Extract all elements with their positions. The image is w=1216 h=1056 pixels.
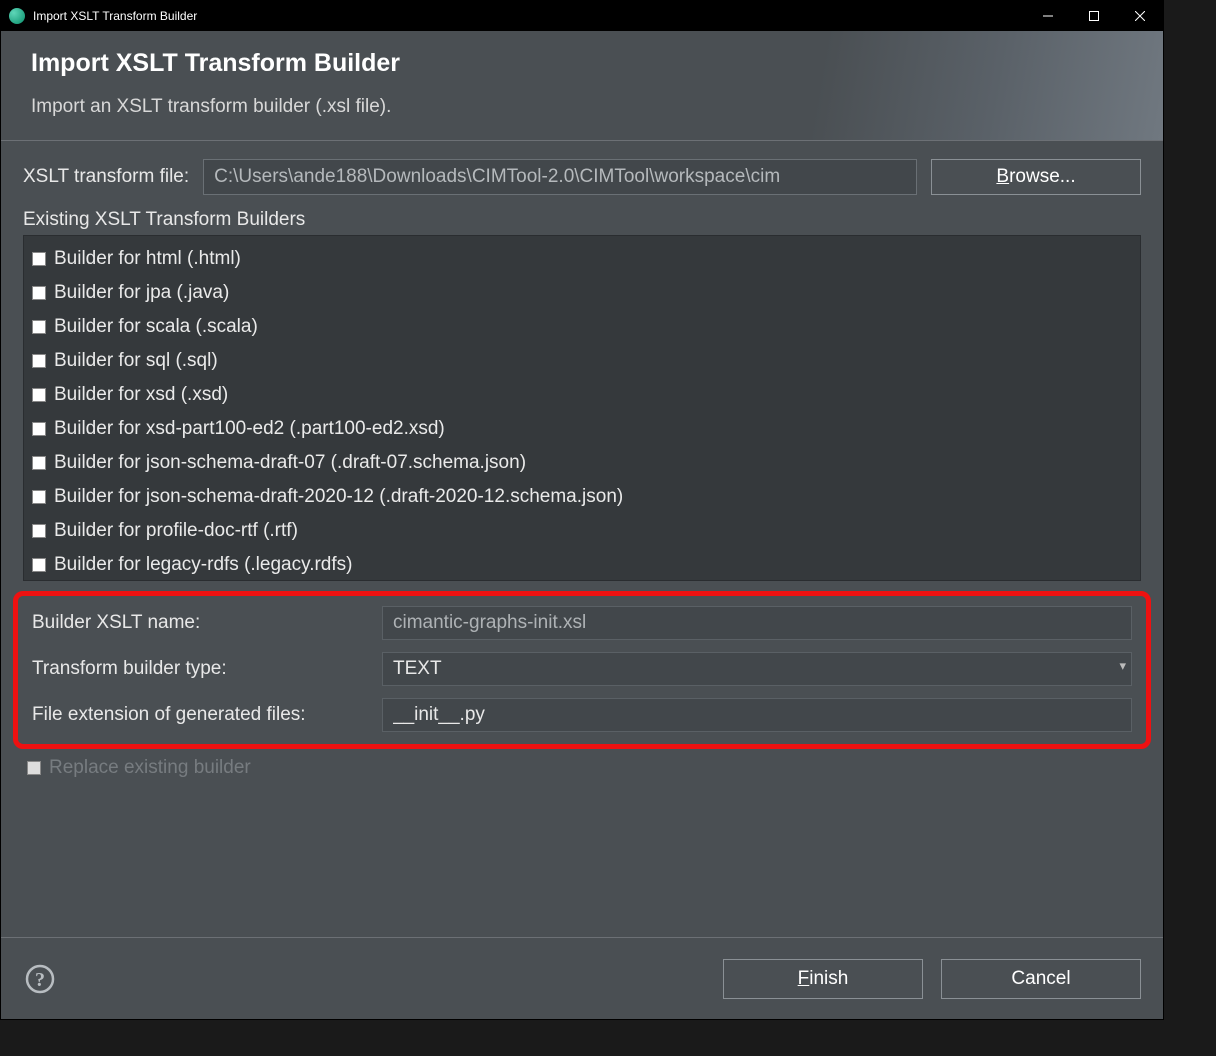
list-item[interactable]: Builder for html (.html) xyxy=(32,242,1132,276)
list-item-label: Builder for xsd (.xsd) xyxy=(54,384,228,406)
list-item[interactable]: Builder for json-schema-draft-2020-12 (.… xyxy=(32,480,1132,514)
list-item[interactable]: Builder for sql (.sql) xyxy=(32,344,1132,378)
replace-existing-label: Replace existing builder xyxy=(49,757,251,779)
replace-existing-checkbox xyxy=(27,761,41,775)
list-item-checkbox[interactable] xyxy=(32,558,46,572)
finish-button[interactable]: Finish xyxy=(723,959,923,999)
list-item[interactable]: Builder for scala (.scala) xyxy=(32,310,1132,344)
minimize-button[interactable] xyxy=(1025,1,1071,31)
cancel-button[interactable]: Cancel xyxy=(941,959,1141,999)
list-item-label: Builder for legacy-rdfs (.legacy.rdfs) xyxy=(54,554,352,576)
list-item[interactable]: Builder for legacy-rdfs (.legacy.rdfs) xyxy=(32,548,1132,581)
close-button[interactable] xyxy=(1117,1,1163,31)
browse-button[interactable]: Browse... xyxy=(931,159,1141,195)
list-item-checkbox[interactable] xyxy=(32,490,46,504)
list-item-label: Builder for json-schema-draft-07 (.draft… xyxy=(54,452,526,474)
file-extension-input[interactable] xyxy=(382,698,1132,732)
list-item-checkbox[interactable] xyxy=(32,422,46,436)
list-item[interactable]: Builder for profile-doc-rtf (.rtf) xyxy=(32,514,1132,548)
list-item-checkbox[interactable] xyxy=(32,456,46,470)
window-title: Import XSLT Transform Builder xyxy=(33,9,1025,23)
list-item-label: Builder for sql (.sql) xyxy=(54,350,218,372)
builder-xslt-name-label: Builder XSLT name: xyxy=(32,612,372,634)
titlebar: Import XSLT Transform Builder xyxy=(1,1,1163,31)
list-item-label: Builder for profile-doc-rtf (.rtf) xyxy=(54,520,298,542)
list-item-checkbox[interactable] xyxy=(32,286,46,300)
list-item-label: Builder for xsd-part100-ed2 (.part100-ed… xyxy=(54,418,445,440)
transform-type-label: Transform builder type: xyxy=(32,658,372,680)
list-item[interactable]: Builder for jpa (.java) xyxy=(32,276,1132,310)
xslt-file-input[interactable] xyxy=(203,159,917,195)
dialog-footer: ? Finish Cancel xyxy=(1,937,1163,1019)
xslt-file-label: XSLT transform file: xyxy=(23,166,189,188)
dialog-subtitle: Import an XSLT transform builder (.xsl f… xyxy=(31,96,1133,118)
transform-type-select[interactable] xyxy=(382,652,1132,686)
maximize-button[interactable] xyxy=(1071,1,1117,31)
transform-type-value[interactable] xyxy=(382,652,1132,686)
list-item-checkbox[interactable] xyxy=(32,524,46,538)
list-item-label: Builder for html (.html) xyxy=(54,248,241,270)
dialog-window: Import XSLT Transform Builder Import XSL… xyxy=(0,0,1164,1020)
list-item-label: Builder for scala (.scala) xyxy=(54,316,258,338)
list-item-checkbox[interactable] xyxy=(32,320,46,334)
builder-xslt-name-input[interactable] xyxy=(382,606,1132,640)
highlighted-form-section: Builder XSLT name: Transform builder typ… xyxy=(13,591,1151,749)
list-item[interactable]: Builder for xsd-part100-ed2 (.part100-ed… xyxy=(32,412,1132,446)
list-item[interactable]: Builder for json-schema-draft-07 (.draft… xyxy=(32,446,1132,480)
list-item-checkbox[interactable] xyxy=(32,388,46,402)
existing-builders-list[interactable]: Builder for html (.html) Builder for jpa … xyxy=(23,235,1141,581)
dialog-header: Import XSLT Transform Builder Import an … xyxy=(1,31,1163,141)
list-item-label: Builder for json-schema-draft-2020-12 (.… xyxy=(54,486,623,508)
dialog-content: XSLT transform file: Browse... Existing … xyxy=(1,141,1163,779)
list-item-label: Builder for jpa (.java) xyxy=(54,282,229,304)
list-item-checkbox[interactable] xyxy=(32,252,46,266)
help-icon[interactable]: ? xyxy=(23,962,57,996)
list-item-checkbox[interactable] xyxy=(32,354,46,368)
file-extension-label: File extension of generated files: xyxy=(32,704,372,726)
existing-builders-label: Existing XSLT Transform Builders xyxy=(23,209,1141,231)
dialog-title: Import XSLT Transform Builder xyxy=(31,49,1133,78)
app-icon xyxy=(9,8,25,24)
svg-text:?: ? xyxy=(35,969,45,991)
list-item[interactable]: Builder for xsd (.xsd) xyxy=(32,378,1132,412)
